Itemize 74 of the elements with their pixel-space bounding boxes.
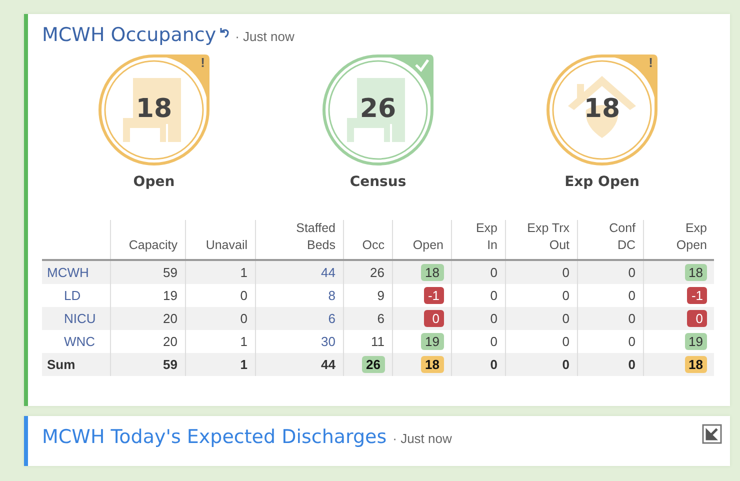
unit-link[interactable]: WNC [64, 334, 96, 349]
row-label: Sum [47, 357, 76, 372]
value-badge: 18 [684, 356, 707, 373]
table-cell: 0 [562, 357, 570, 372]
table-cell: 0 [240, 288, 248, 303]
table-cell: 59 [163, 357, 178, 372]
table-cell: 11 [371, 334, 384, 349]
column-header: Occ [362, 238, 384, 252]
panel-title[interactable]: MCWH Occupancy [42, 24, 216, 46]
table-cell: 9 [377, 288, 384, 303]
table-cell: 0 [490, 334, 498, 349]
value-badge: 18 [684, 264, 707, 281]
table-cell: 19 [163, 288, 178, 303]
table-cell: 0 [628, 334, 636, 349]
table-cell: 6 [377, 311, 384, 326]
table-cell: 26 [370, 265, 384, 280]
table-cell: 0 [490, 288, 498, 303]
return-arrow-icon[interactable] [220, 27, 230, 38]
table-cell: 1 [240, 265, 248, 280]
value-badge: 18 [421, 264, 444, 281]
value-badge: 19 [421, 333, 444, 350]
unit-link[interactable]: LD [64, 288, 81, 303]
column-header: Exp In [476, 221, 498, 252]
arrow-box-icon[interactable] [702, 424, 722, 444]
value-badge: -1 [424, 287, 444, 304]
table-cell: 0 [490, 265, 498, 280]
alert-mark: ! [200, 55, 205, 70]
column-header: Open [412, 238, 444, 252]
bed-icon [123, 78, 181, 142]
update-time: · Just now [235, 29, 294, 44]
column-header: Capacity [128, 238, 178, 252]
value-badge: 19 [684, 333, 707, 350]
value-badge: 18 [421, 356, 444, 373]
value-link[interactable]: 44 [321, 265, 336, 280]
table-cell: 20 [163, 311, 178, 326]
table-cell: 59 [163, 265, 178, 280]
table-cell: 0 [562, 311, 570, 326]
table-cell: 0 [562, 334, 570, 349]
value-badge: 0 [687, 310, 707, 327]
tile-value: 18 [582, 94, 622, 124]
table-cell: 0 [240, 311, 248, 326]
table-cell: 0 [490, 311, 498, 326]
table-cell: 0 [628, 311, 636, 326]
value-link[interactable]: 8 [328, 288, 336, 303]
update-time: · Just now [392, 431, 452, 446]
bed-icon [347, 78, 405, 142]
value-link[interactable]: 30 [321, 334, 336, 349]
tile-value: 18 [134, 94, 174, 124]
column-header: Exp Open [676, 221, 707, 252]
alert-mark: ! [648, 55, 653, 70]
tile-label: Exp Open [564, 174, 640, 190]
value-badge: 26 [362, 356, 384, 373]
tile-label: Census [350, 174, 406, 190]
panel-title[interactable]: MCWH Today's Expected Discharges [42, 426, 387, 448]
value-badge: -1 [687, 287, 707, 304]
column-header: Staffed Beds [296, 221, 336, 252]
table-cell: 0 [562, 288, 570, 303]
table-cell: 1 [240, 334, 248, 349]
value-badge: 0 [424, 310, 444, 327]
tile-label: Open [133, 174, 175, 190]
table-cell: 0 [628, 265, 636, 280]
value-link[interactable]: 6 [328, 311, 336, 326]
column-header: Conf DC [609, 221, 636, 252]
table-cell: 44 [321, 357, 336, 372]
table-cell: 0 [628, 288, 636, 303]
table-cell: 0 [628, 357, 636, 372]
table-cell: 0 [490, 357, 498, 372]
column-header: Unavail [206, 238, 248, 252]
table-cell: 1 [240, 357, 248, 372]
table-cell: 0 [562, 265, 570, 280]
column-header: Exp Trx Out [527, 221, 570, 252]
house-icon [568, 76, 636, 138]
table-cell: 20 [163, 334, 178, 349]
tile-value: 26 [358, 94, 398, 124]
